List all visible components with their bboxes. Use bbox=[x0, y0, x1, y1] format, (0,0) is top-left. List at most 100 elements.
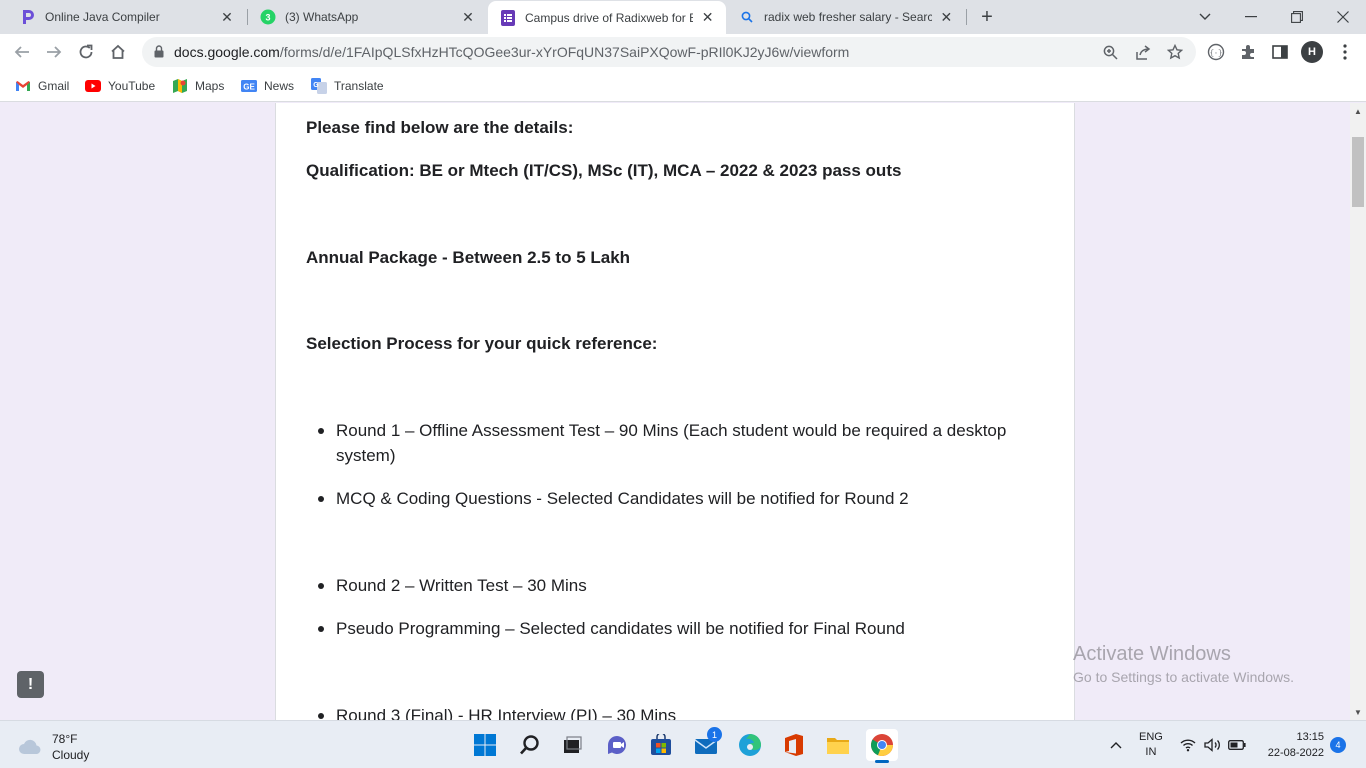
file-explorer-button[interactable] bbox=[822, 729, 854, 761]
office-button[interactable] bbox=[778, 729, 810, 761]
lock-icon[interactable] bbox=[154, 45, 164, 63]
mail-badge: 1 bbox=[707, 727, 722, 742]
tab-online-java-compiler[interactable]: Online Java Compiler ✕ bbox=[0, 0, 246, 34]
minimize-icon bbox=[1245, 16, 1257, 18]
tab-campus-drive[interactable]: Campus drive of Radixweb for BE ✕ bbox=[488, 1, 726, 34]
bookmark-label: Translate bbox=[334, 79, 384, 93]
task-view-button[interactable] bbox=[556, 729, 588, 761]
tab-title: (3) WhatsApp bbox=[285, 10, 359, 24]
reload-button[interactable] bbox=[74, 40, 98, 64]
page-viewport: Please find below are the details: Quali… bbox=[0, 103, 1350, 720]
bookmarks-bar: Gmail YouTube Maps GE News G Translate bbox=[0, 71, 1366, 102]
edge-icon bbox=[739, 734, 761, 756]
news-icon: GE bbox=[241, 78, 257, 94]
home-icon bbox=[111, 44, 125, 59]
scroll-down-arrow-icon[interactable]: ▼ bbox=[1350, 706, 1366, 718]
svg-text:G: G bbox=[313, 82, 319, 89]
feedback-button[interactable]: ! bbox=[17, 671, 44, 698]
new-tab-button[interactable]: + bbox=[976, 6, 998, 28]
show-hidden-icons-button[interactable] bbox=[1110, 721, 1122, 768]
store-icon bbox=[651, 734, 671, 755]
tab-radix-search[interactable]: radix web fresher salary - Search ✕ bbox=[727, 0, 965, 34]
side-panel-icon[interactable] bbox=[1270, 42, 1290, 62]
weather-description: Cloudy bbox=[52, 748, 90, 762]
restore-icon bbox=[1291, 11, 1303, 23]
tab-whatsapp[interactable]: 3 (3) WhatsApp ✕ bbox=[240, 0, 487, 34]
list-item-text: MCQ & Coding Questions - Selected Candid… bbox=[336, 489, 909, 508]
start-button[interactable] bbox=[469, 729, 501, 761]
tab-title: radix web fresher salary - Search bbox=[764, 10, 932, 24]
tab-title: Online Java Compiler bbox=[45, 10, 160, 24]
edge-button[interactable] bbox=[734, 729, 766, 761]
volume-button[interactable] bbox=[1204, 721, 1222, 768]
scroll-up-arrow-icon[interactable]: ▲ bbox=[1350, 105, 1366, 117]
clock-time: 13:15 bbox=[1296, 731, 1324, 743]
chevron-down-icon bbox=[1199, 13, 1211, 20]
taskbar-search-button[interactable] bbox=[514, 729, 546, 761]
restore-button[interactable] bbox=[1274, 0, 1320, 34]
bookmark-gmail[interactable]: Gmail bbox=[15, 77, 69, 95]
menu-kebab-icon[interactable] bbox=[1335, 42, 1355, 62]
url-host: docs.google.com bbox=[174, 44, 280, 60]
url-text[interactable]: docs.google.com/forms/d/e/1FAIpQLSfxHzHT… bbox=[174, 44, 849, 60]
tab-search-button[interactable] bbox=[1182, 0, 1228, 34]
bullet-dot bbox=[318, 713, 324, 719]
mail-button[interactable]: 1 bbox=[690, 727, 722, 761]
bookmark-news[interactable]: GE News bbox=[241, 77, 294, 95]
share-icon[interactable] bbox=[1133, 42, 1153, 62]
language-indicator[interactable]: ENG IN bbox=[1139, 721, 1163, 768]
close-icon bbox=[1337, 11, 1349, 23]
page-scrollbar[interactable]: ▲ ▼ bbox=[1350, 103, 1366, 720]
weather-temperature: 78°F bbox=[52, 732, 78, 746]
maps-icon bbox=[172, 78, 188, 94]
battery-icon bbox=[1228, 740, 1246, 750]
close-window-button[interactable] bbox=[1320, 0, 1366, 34]
chrome-button[interactable] bbox=[866, 729, 898, 763]
microsoft-store-button[interactable] bbox=[645, 729, 677, 761]
bookmark-translate[interactable]: G Translate bbox=[311, 77, 384, 95]
profile-avatar[interactable]: H bbox=[1301, 41, 1323, 63]
chevron-up-icon bbox=[1110, 742, 1122, 749]
details-heading: Please find below are the details: bbox=[306, 118, 574, 137]
close-icon[interactable]: ✕ bbox=[938, 8, 955, 26]
clock[interactable]: 13:15 22-08-2022 bbox=[1258, 721, 1324, 768]
form-description-card: Please find below are the details: Quali… bbox=[275, 103, 1075, 720]
list-item: Round 2 – Written Test – 30 Mins bbox=[318, 573, 1016, 598]
weather-widget[interactable]: 78°F Cloudy bbox=[18, 731, 89, 763]
scrollbar-thumb[interactable] bbox=[1352, 137, 1364, 207]
gmail-icon bbox=[15, 78, 31, 94]
notification-badge[interactable]: 4 bbox=[1330, 737, 1346, 753]
close-icon[interactable]: ✕ bbox=[459, 8, 477, 26]
close-icon[interactable]: ✕ bbox=[218, 8, 236, 26]
teams-chat-button[interactable] bbox=[601, 729, 633, 761]
bullet-dot bbox=[318, 496, 324, 502]
home-button[interactable] bbox=[106, 40, 130, 64]
back-button[interactable] bbox=[10, 40, 34, 64]
extension-code-icon[interactable]: {·} bbox=[1206, 42, 1226, 62]
bookmark-maps[interactable]: Maps bbox=[172, 77, 224, 95]
list-item-text: Round 2 – Written Test – 30 Mins bbox=[336, 576, 587, 595]
list-item: Round 1 – Offline Assessment Test – 90 M… bbox=[318, 418, 1016, 468]
bookmark-youtube[interactable]: YouTube bbox=[85, 77, 155, 95]
list-item: Round 3 (Final) - HR Interview (PI) – 30… bbox=[318, 703, 1016, 720]
zoom-icon[interactable] bbox=[1100, 42, 1120, 62]
bookmark-star-icon[interactable] bbox=[1165, 42, 1185, 62]
selection-process-heading: Selection Process for your quick referen… bbox=[306, 334, 658, 353]
forward-button[interactable] bbox=[42, 40, 66, 64]
minimize-button[interactable] bbox=[1228, 0, 1274, 34]
bookmark-label: Gmail bbox=[38, 79, 70, 93]
youtube-icon bbox=[85, 78, 101, 94]
windows-taskbar: 78°F Cloudy 1 ENG IN 13:15 22-08-2022 4 bbox=[0, 720, 1366, 768]
network-button[interactable] bbox=[1180, 721, 1196, 768]
close-icon[interactable]: ✕ bbox=[699, 9, 716, 27]
chat-icon bbox=[608, 736, 626, 755]
tab-strip: Online Java Compiler ✕ 3 (3) WhatsApp ✕ … bbox=[0, 0, 1366, 34]
list-item: MCQ & Coding Questions - Selected Candid… bbox=[318, 486, 1016, 511]
address-bar[interactable]: docs.google.com/forms/d/e/1FAIpQLSfxHzHT… bbox=[142, 37, 1196, 67]
reload-icon bbox=[79, 44, 93, 59]
battery-button[interactable] bbox=[1228, 721, 1246, 768]
exclamation-icon: ! bbox=[27, 675, 34, 693]
extensions-puzzle-icon[interactable] bbox=[1238, 42, 1258, 62]
region-code: IN bbox=[1145, 746, 1157, 758]
bookmark-label: News bbox=[264, 79, 295, 93]
